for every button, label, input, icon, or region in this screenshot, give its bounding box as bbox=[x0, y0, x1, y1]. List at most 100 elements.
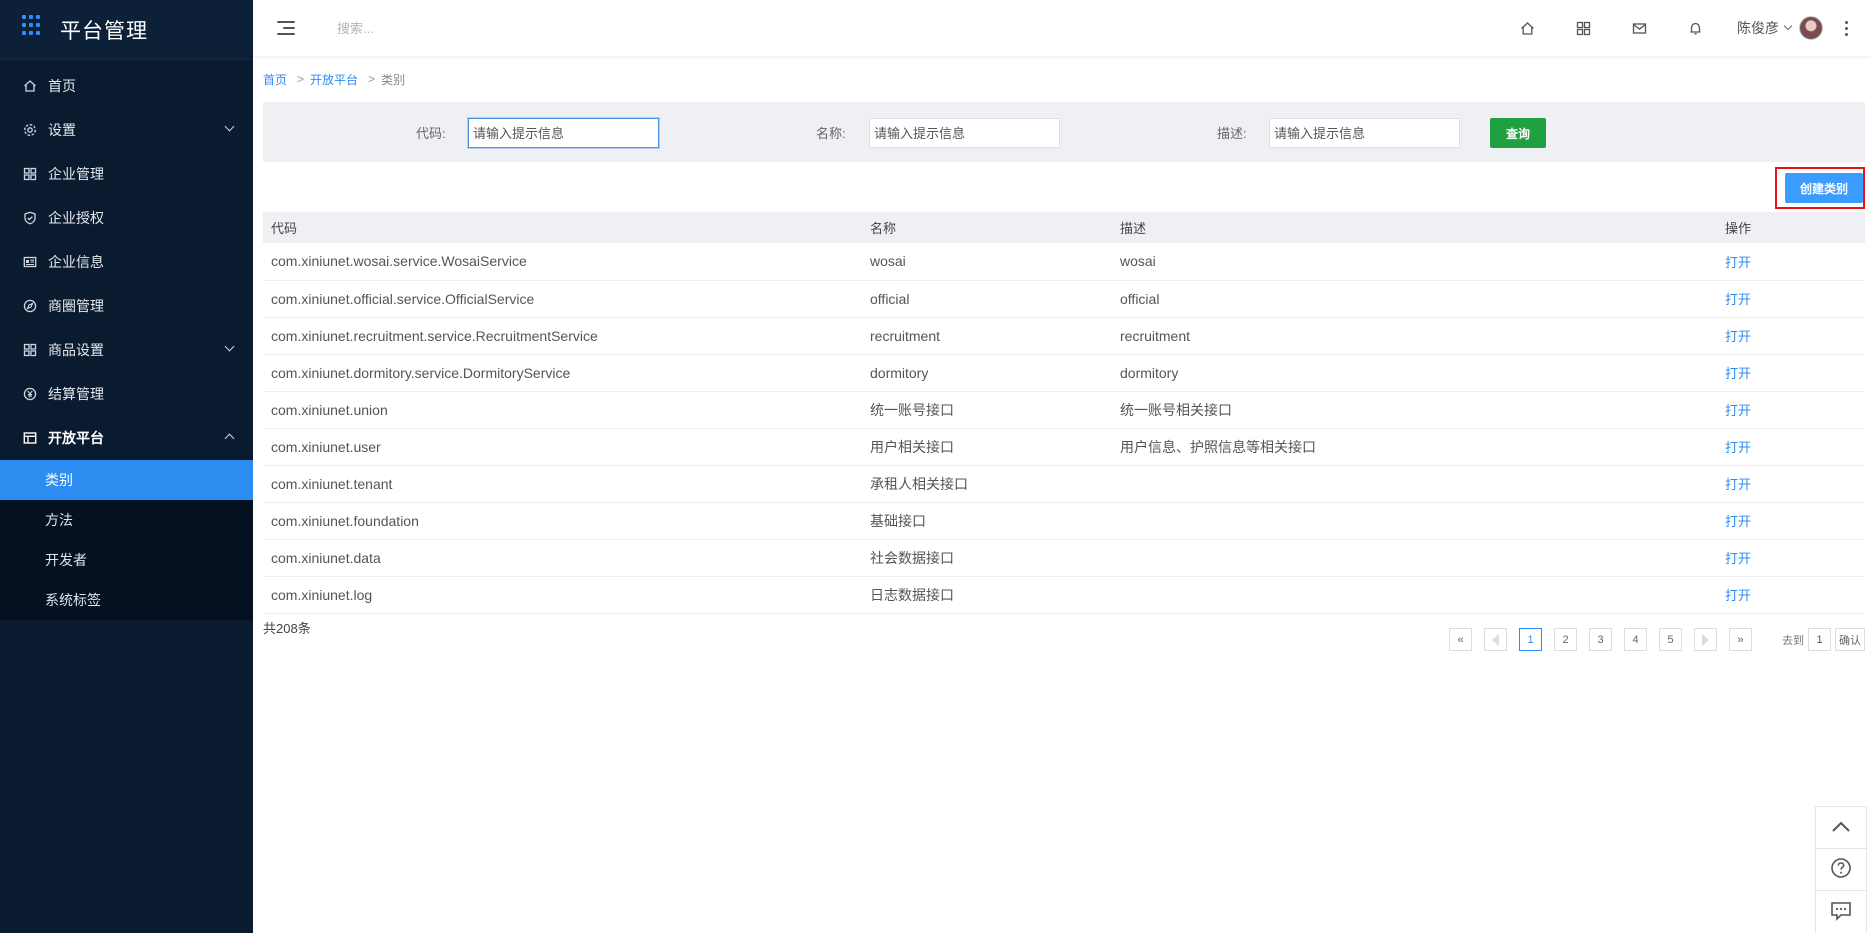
open-link[interactable]: 打开 bbox=[1725, 514, 1751, 529]
cell-desc: official bbox=[1120, 290, 1160, 307]
sidebar-item-enterprise-auth[interactable]: 企业授权 bbox=[0, 196, 253, 240]
user-menu[interactable]: 陈俊彦 bbox=[1737, 16, 1823, 40]
open-link[interactable]: 打开 bbox=[1725, 440, 1751, 455]
sidebar-item-business-district[interactable]: 商圈管理 bbox=[0, 284, 253, 328]
desc-label: 描述: bbox=[1217, 126, 1247, 141]
grid-icon bbox=[22, 342, 38, 358]
open-link[interactable]: 打开 bbox=[1725, 551, 1751, 566]
desc-input[interactable] bbox=[1269, 118, 1460, 148]
prev-arrow-icon bbox=[1492, 633, 1499, 646]
cell-desc: recruitment bbox=[1120, 327, 1191, 344]
breadcrumb-separator: > bbox=[297, 72, 305, 86]
page-button-5[interactable]: 5 bbox=[1659, 628, 1682, 651]
query-button[interactable]: 查询 bbox=[1490, 118, 1546, 148]
name-label: 名称: bbox=[816, 126, 846, 141]
submenu-item-developer[interactable]: 开发者 bbox=[0, 540, 253, 580]
more-vertical-icon[interactable] bbox=[1831, 0, 1861, 56]
name-input[interactable] bbox=[869, 118, 1060, 148]
apps-grid-icon[interactable] bbox=[22, 14, 44, 37]
bell-icon[interactable] bbox=[1667, 0, 1723, 56]
page-button-1[interactable]: 1 bbox=[1519, 628, 1542, 651]
breadcrumb-home[interactable]: 首页 bbox=[263, 71, 287, 88]
table-row: com.xiniunet.user 用户相关接口 用户信息、护照信息等相关接口 … bbox=[263, 428, 1865, 465]
feedback-button[interactable] bbox=[1816, 891, 1866, 933]
table-row: com.xiniunet.wosai.service.WosaiService … bbox=[263, 243, 1865, 280]
prev-page-button[interactable] bbox=[1484, 628, 1507, 651]
help-button[interactable] bbox=[1816, 849, 1866, 891]
breadcrumb-open-platform[interactable]: 开放平台 bbox=[310, 71, 358, 88]
first-page-button[interactable]: « bbox=[1449, 628, 1472, 651]
open-link[interactable]: 打开 bbox=[1725, 329, 1751, 344]
cell-desc bbox=[1112, 576, 1717, 613]
cell-code: com.xiniunet.dormitory.service.Dormitory… bbox=[271, 364, 571, 381]
cell-action: 打开 bbox=[1717, 354, 1865, 391]
open-link[interactable]: 打开 bbox=[1725, 366, 1751, 381]
sidebar-item-enterprise-info[interactable]: 企业信息 bbox=[0, 240, 253, 284]
sidebar-menu: 首页 设置 企业管理 企业授权 企业信息 商圈管理 商品设置 结算管理 开放平台 bbox=[0, 60, 253, 460]
sidebar-item-product-settings[interactable]: 商品设置 bbox=[0, 328, 253, 372]
sidebar-item-home[interactable]: 首页 bbox=[0, 64, 253, 108]
cell-name: 统一账号接口 bbox=[870, 401, 954, 418]
header-search-input[interactable] bbox=[337, 20, 637, 36]
sidebar-item-label: 开放平台 bbox=[48, 430, 104, 446]
last-page-button[interactable]: » bbox=[1729, 628, 1752, 651]
next-page-button[interactable] bbox=[1694, 628, 1717, 651]
grid-icon[interactable] bbox=[1555, 0, 1611, 56]
cell-name: wosai bbox=[870, 253, 906, 270]
table-row: com.xiniunet.recruitment.service.Recruit… bbox=[263, 317, 1865, 354]
column-header-code: 代码 bbox=[271, 221, 298, 236]
open-link[interactable]: 打开 bbox=[1725, 477, 1751, 492]
floating-tools bbox=[1815, 806, 1867, 933]
cell-action: 打开 bbox=[1717, 317, 1865, 354]
submenu-item-method[interactable]: 方法 bbox=[0, 500, 253, 540]
cell-action: 打开 bbox=[1717, 576, 1865, 613]
cell-code: com.xiniunet.tenant bbox=[271, 475, 393, 492]
create-category-button[interactable]: 创建类别 bbox=[1785, 173, 1863, 203]
table-row: com.xiniunet.tenant 承租人相关接口 打开 bbox=[263, 465, 1865, 502]
submenu-item-category[interactable]: 类别 bbox=[0, 460, 253, 500]
page-button-3[interactable]: 3 bbox=[1589, 628, 1612, 651]
sidebar-item-open-platform[interactable]: 开放平台 bbox=[0, 416, 253, 460]
table-icon bbox=[22, 430, 38, 446]
menu-toggle-icon[interactable] bbox=[277, 20, 295, 36]
code-input[interactable] bbox=[468, 118, 659, 148]
open-link[interactable]: 打开 bbox=[1725, 255, 1751, 270]
cell-desc bbox=[1112, 465, 1717, 502]
sidebar-item-enterprise-management[interactable]: 企业管理 bbox=[0, 152, 253, 196]
open-link[interactable]: 打开 bbox=[1725, 292, 1751, 307]
open-platform-submenu: 类别 方法 开发者 系统标签 bbox=[0, 460, 253, 620]
home-icon[interactable] bbox=[1499, 0, 1555, 56]
cell-name: official bbox=[870, 290, 910, 307]
open-link[interactable]: 打开 bbox=[1725, 403, 1751, 418]
brand: 平台管理 bbox=[0, 0, 253, 60]
sidebar-item-label: 商圈管理 bbox=[48, 298, 104, 314]
column-header-desc: 描述 bbox=[1120, 221, 1147, 236]
sidebar-item-settings[interactable]: 设置 bbox=[0, 108, 253, 152]
mail-icon[interactable] bbox=[1611, 0, 1667, 56]
column-header-name: 名称 bbox=[870, 221, 897, 236]
breadcrumb-separator: > bbox=[368, 72, 376, 86]
table-row: com.xiniunet.data 社会数据接口 打开 bbox=[263, 539, 1865, 576]
create-button-highlight: 创建类别 bbox=[1775, 167, 1865, 209]
cell-desc: 用户信息、护照信息等相关接口 bbox=[1120, 438, 1316, 455]
sidebar-item-label: 企业管理 bbox=[48, 166, 104, 182]
top-header: 陈俊彦 bbox=[253, 0, 1871, 56]
goto-confirm-button[interactable]: 确认 bbox=[1835, 628, 1865, 651]
cell-action: 打开 bbox=[1717, 539, 1865, 576]
cell-action: 打开 bbox=[1717, 465, 1865, 502]
cell-action: 打开 bbox=[1717, 391, 1865, 428]
category-table: 代码 名称 描述 操作 com.xiniunet.wosai.service.W… bbox=[263, 212, 1865, 614]
goto-page-input[interactable] bbox=[1808, 628, 1831, 651]
app-title: 平台管理 bbox=[60, 19, 148, 43]
page-button-2[interactable]: 2 bbox=[1554, 628, 1577, 651]
home-icon bbox=[22, 78, 38, 94]
open-link[interactable]: 打开 bbox=[1725, 588, 1751, 603]
sidebar-item-settlement[interactable]: 结算管理 bbox=[0, 372, 253, 416]
submenu-item-system-tags[interactable]: 系统标签 bbox=[0, 580, 253, 620]
chevron-up-icon bbox=[1831, 820, 1851, 836]
cell-name: dormitory bbox=[870, 364, 929, 381]
back-to-top-button[interactable] bbox=[1816, 807, 1866, 849]
sidebar-item-label: 商品设置 bbox=[48, 342, 104, 358]
page-button-4[interactable]: 4 bbox=[1624, 628, 1647, 651]
sidebar-item-label: 设置 bbox=[48, 122, 76, 138]
